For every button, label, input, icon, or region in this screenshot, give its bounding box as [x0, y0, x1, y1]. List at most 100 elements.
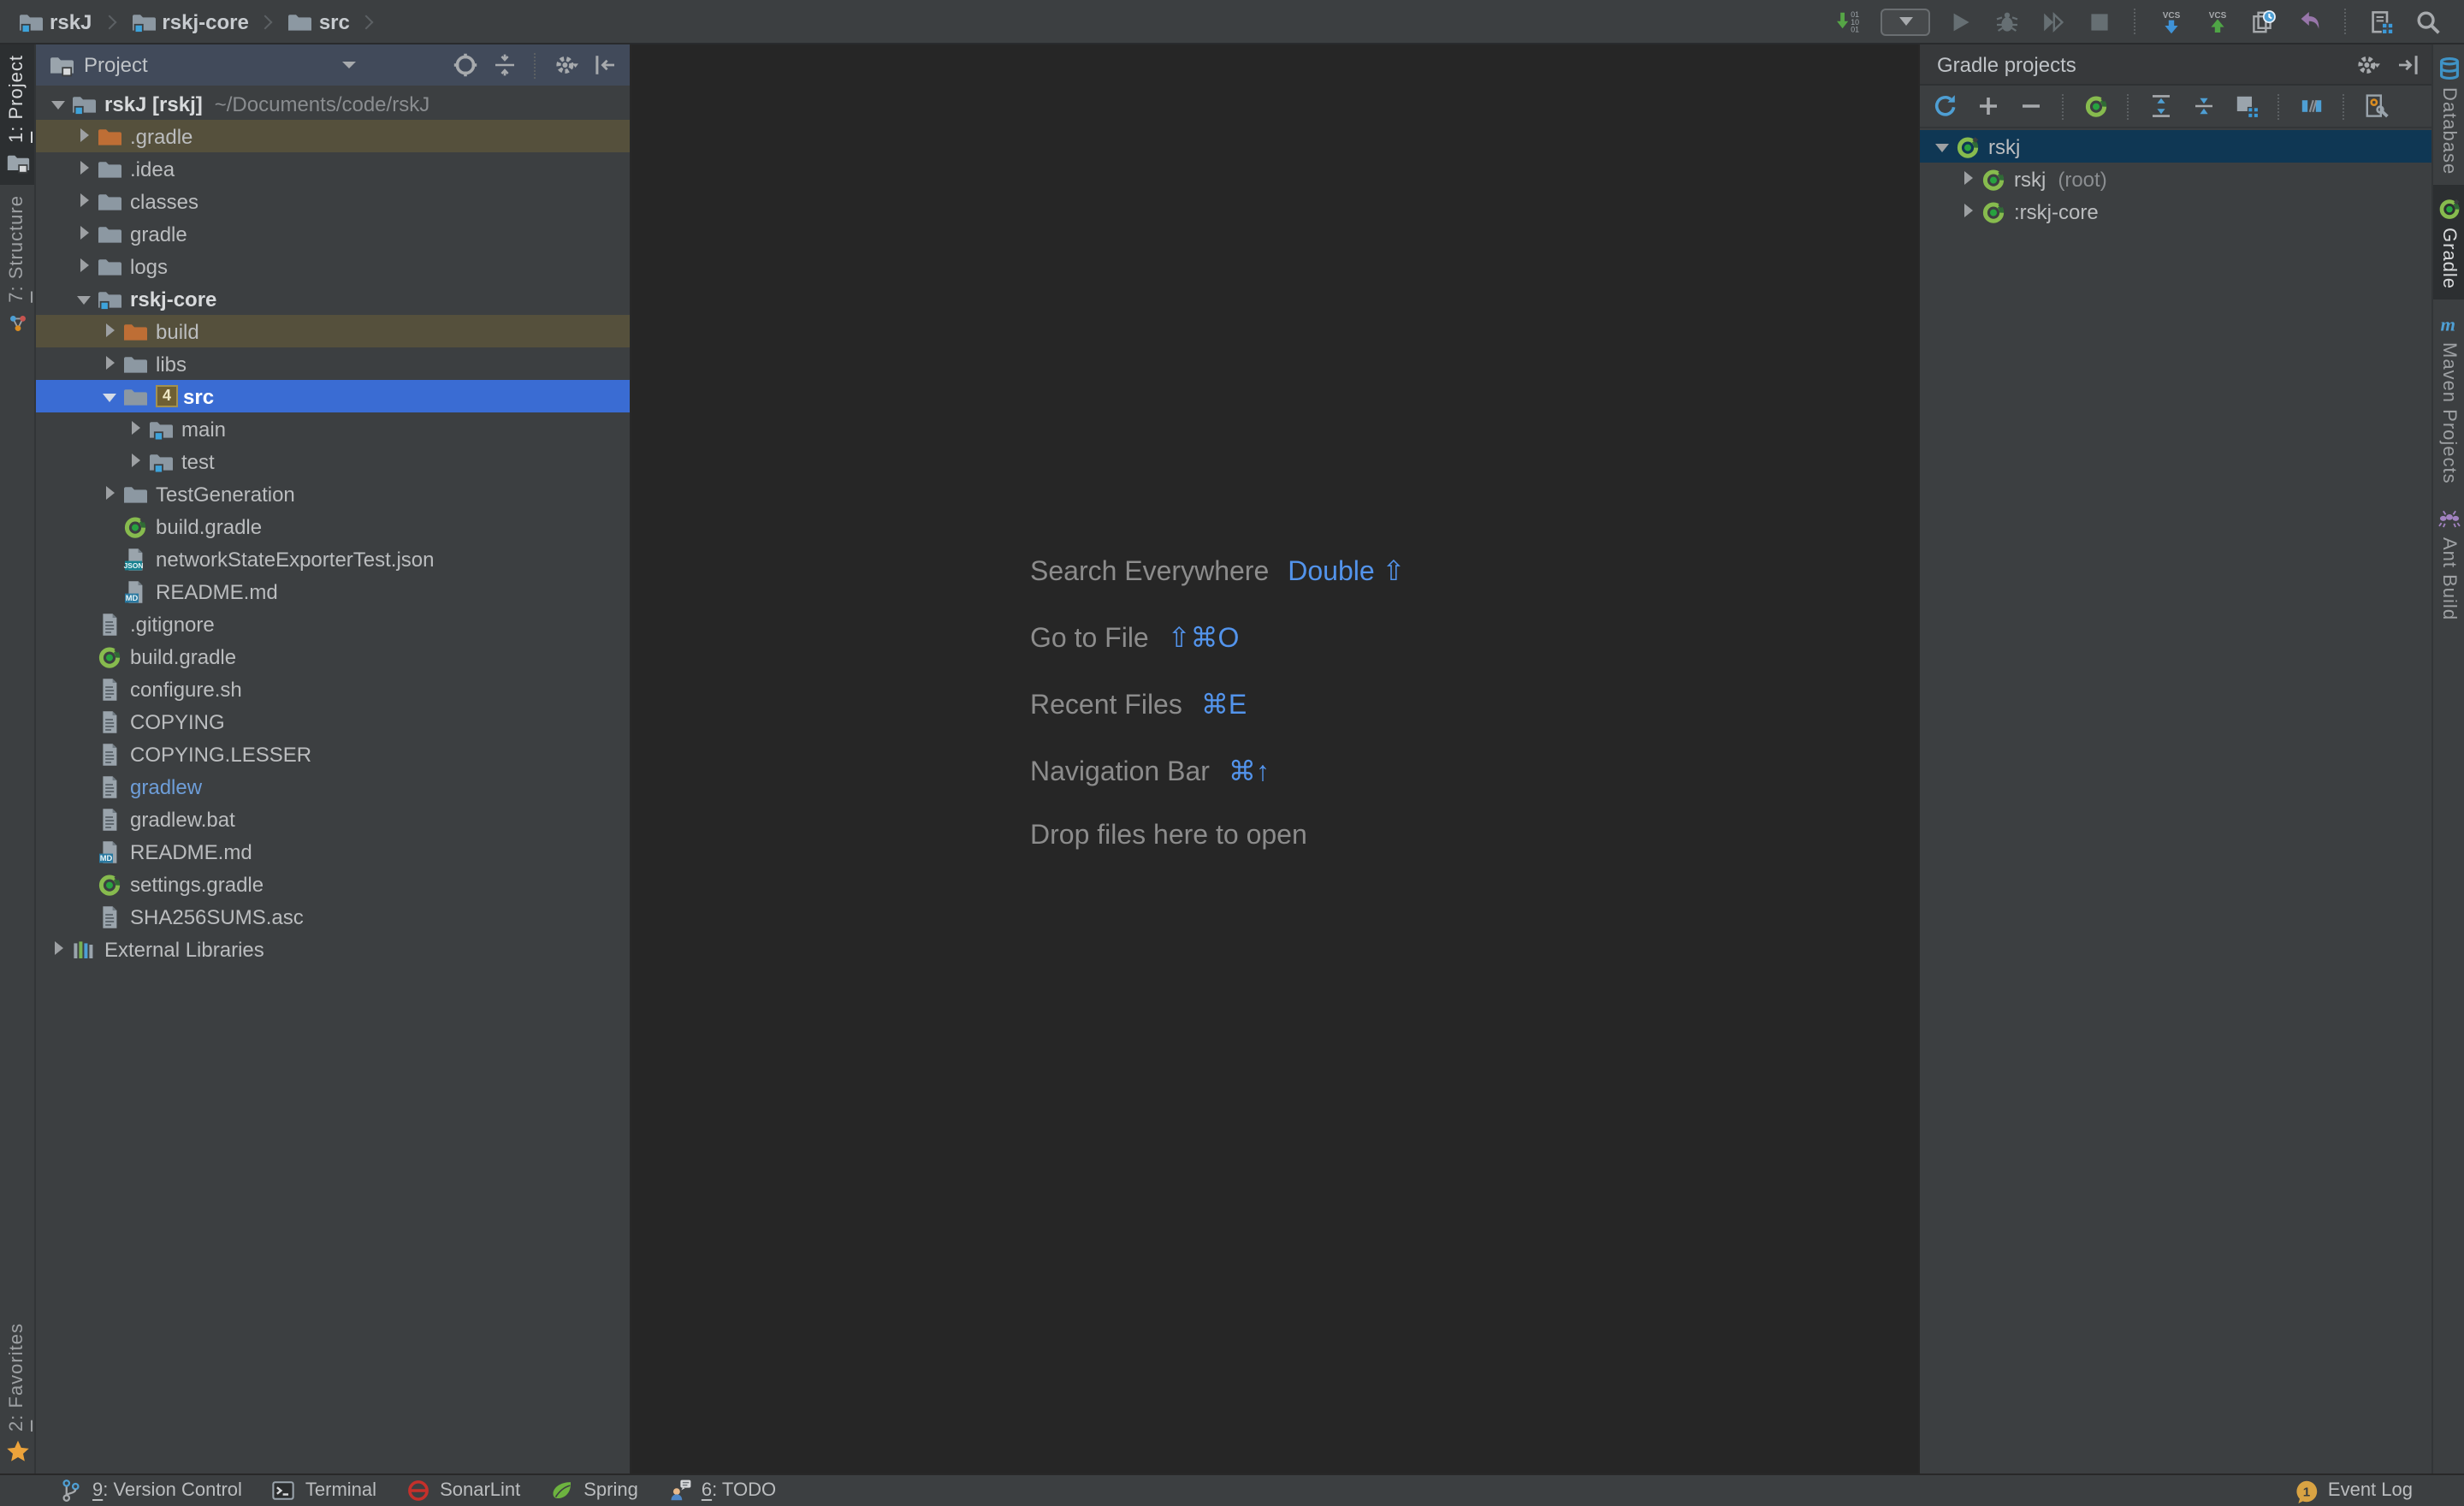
- project-tree-row-gradlew[interactable]: gradlew: [36, 770, 630, 803]
- arrow-spacer: [99, 510, 121, 543]
- debug-button[interactable]: [1992, 6, 2023, 37]
- tool-button-terminal[interactable]: Terminal: [271, 1478, 376, 1503]
- rollback-button[interactable]: [2295, 6, 2325, 37]
- tool-button-gradle[interactable]: Gradle: [2433, 185, 2464, 299]
- gradle-tree-row-rskj-core[interactable]: :rskj-core: [1920, 195, 2431, 228]
- expand-arrow-icon[interactable]: [1958, 195, 1980, 228]
- panel-settings-button[interactable]: [553, 51, 580, 79]
- expand-all-button[interactable]: [2146, 91, 2177, 122]
- group-modules-button[interactable]: [2231, 91, 2262, 122]
- gradle-settings-menu-button[interactable]: [2354, 50, 2382, 78]
- project-tree-row-src[interactable]: 4src: [36, 380, 630, 412]
- hide-panel-button[interactable]: [2394, 50, 2421, 78]
- project-tree-row-settings-gradle[interactable]: settings.gradle: [36, 868, 630, 900]
- project-tree-row-test[interactable]: test: [36, 445, 630, 477]
- expand-arrow-icon[interactable]: [99, 347, 121, 380]
- project-tree-row-rskj-rskj[interactable]: rskJ [rskj]~/Documents/code/rskJ: [36, 87, 630, 120]
- project-tree-row-external-libraries[interactable]: External Libraries: [36, 933, 630, 965]
- breadcrumb-src[interactable]: src: [287, 8, 350, 35]
- gradle-icon: [96, 643, 123, 670]
- tool-button-maven[interactable]: mMaven Projects: [2433, 299, 2464, 495]
- hide-panel-button[interactable]: [592, 51, 619, 79]
- tool-button-database[interactable]: Database: [2433, 44, 2464, 185]
- collapse-all-button[interactable]: [491, 51, 518, 79]
- svg-text:01: 01: [1851, 25, 1859, 33]
- commit-changes-button[interactable]: VCS: [2202, 6, 2233, 37]
- gradle-tree-row-rskj[interactable]: rskj(root): [1920, 163, 2431, 195]
- toggle-offline-mode-button[interactable]: [2296, 91, 2327, 122]
- gradle-panel-title: Gradle projects: [1937, 52, 2076, 76]
- tool-button-todo[interactable]: 6: TODO: [667, 1478, 776, 1503]
- expand-arrow-icon[interactable]: [99, 477, 121, 510]
- detach-gradle-project-button[interactable]: [2016, 91, 2046, 122]
- expand-arrow-icon[interactable]: [74, 250, 96, 282]
- project-tree-row-build-gradle[interactable]: build.gradle: [36, 510, 630, 543]
- run-with-coverage-button[interactable]: [2038, 6, 2069, 37]
- project-structure-button[interactable]: [2366, 6, 2397, 37]
- expand-arrow-icon[interactable]: [74, 185, 96, 217]
- tool-button-structure[interactable]: 7: Structure: [0, 186, 34, 347]
- json-file-icon: JSON: [121, 545, 149, 572]
- expand-arrow-icon[interactable]: [125, 412, 147, 445]
- gradle-tree-row-rskj[interactable]: rskj: [1920, 130, 2431, 163]
- project-tree-row-networkstateexportertest-json[interactable]: JSONnetworkStateExporterTest.json: [36, 543, 630, 575]
- project-tree-row-copying-lesser[interactable]: COPYING.LESSER: [36, 738, 630, 770]
- expand-arrow-icon[interactable]: [74, 282, 96, 315]
- project-tree-row-readme-md[interactable]: MDREADME.md: [36, 575, 630, 608]
- project-tree-row-main[interactable]: main: [36, 412, 630, 445]
- project-tree-row-readme-md[interactable]: MDREADME.md: [36, 835, 630, 868]
- tool-button-ant[interactable]: Ant Build: [2433, 495, 2464, 631]
- project-tree-row-idea[interactable]: .idea: [36, 152, 630, 185]
- tool-button-version-control[interactable]: 9: Version Control: [58, 1478, 242, 1503]
- expand-arrow-icon[interactable]: [74, 152, 96, 185]
- run-button[interactable]: [1946, 6, 1976, 37]
- attach-gradle-project-button[interactable]: [1973, 91, 2004, 122]
- tool-button-project[interactable]: 1: Project: [0, 44, 34, 186]
- project-tree-row-build[interactable]: build: [36, 315, 630, 347]
- project-tree-row-gradlew-bat[interactable]: gradlew.bat: [36, 803, 630, 835]
- expand-arrow-icon[interactable]: [48, 933, 70, 965]
- chevron-right-icon: [258, 15, 273, 29]
- expand-arrow-icon[interactable]: [1958, 163, 1980, 195]
- project-tree-row-gradle[interactable]: .gradle: [36, 120, 630, 152]
- expand-arrow-icon[interactable]: [99, 315, 121, 347]
- stop-button[interactable]: [2084, 6, 2115, 37]
- recent-changes-button[interactable]: [2248, 6, 2279, 37]
- folder-icon: [96, 187, 123, 215]
- update-project-button[interactable]: VCS: [2156, 6, 2187, 37]
- execute-gradle-task-button[interactable]: [2081, 91, 2112, 122]
- project-tree-row-libs[interactable]: libs: [36, 347, 630, 380]
- arrow-spacer: [74, 868, 96, 900]
- project-tree-row-gitignore[interactable]: .gitignore: [36, 608, 630, 640]
- expand-arrow-icon[interactable]: [74, 217, 96, 250]
- tool-button-sonarlint[interactable]: SonarLint: [406, 1478, 520, 1503]
- refresh-gradle-projects-button[interactable]: [1930, 91, 1961, 122]
- tree-item-label: README.md: [156, 579, 278, 603]
- breadcrumb-rskj[interactable]: rskJ: [17, 8, 92, 35]
- project-tree-row-rskj-core[interactable]: rskj-core: [36, 282, 630, 315]
- expand-arrow-icon[interactable]: [48, 87, 70, 120]
- project-tree-row-sha256sums-asc[interactable]: SHA256SUMS.asc: [36, 900, 630, 933]
- expand-arrow-icon[interactable]: [99, 380, 121, 412]
- project-view-dropdown-caret[interactable]: [343, 62, 357, 68]
- update-running-application[interactable]: 011001: [1834, 6, 1865, 37]
- tool-button-spring[interactable]: Spring: [549, 1478, 638, 1503]
- expand-arrow-icon[interactable]: [1932, 130, 1954, 163]
- search-everywhere-button[interactable]: [2413, 6, 2443, 37]
- event-log-button[interactable]: 1Event Log: [2294, 1478, 2464, 1503]
- project-tree-row-build-gradle[interactable]: build.gradle: [36, 640, 630, 673]
- scroll-to-source-button[interactable]: [452, 51, 479, 79]
- project-tree-row-testgeneration[interactable]: TestGeneration: [36, 477, 630, 510]
- run-configuration-select[interactable]: [1881, 8, 1930, 35]
- tool-button-favorites[interactable]: 2: Favorites: [0, 1312, 34, 1473]
- expand-arrow-icon[interactable]: [74, 120, 96, 152]
- breadcrumb-rskj-core[interactable]: rskj-core: [129, 8, 248, 35]
- project-tree-row-gradle[interactable]: gradle: [36, 217, 630, 250]
- project-tree-row-logs[interactable]: logs: [36, 250, 630, 282]
- project-tree-row-copying[interactable]: COPYING: [36, 705, 630, 738]
- gradle-settings-button[interactable]: [2361, 91, 2392, 122]
- expand-arrow-icon[interactable]: [125, 445, 147, 477]
- project-tree-row-classes[interactable]: classes: [36, 185, 630, 217]
- collapse-all-button[interactable]: [2189, 91, 2219, 122]
- project-tree-row-configure-sh[interactable]: configure.sh: [36, 673, 630, 705]
